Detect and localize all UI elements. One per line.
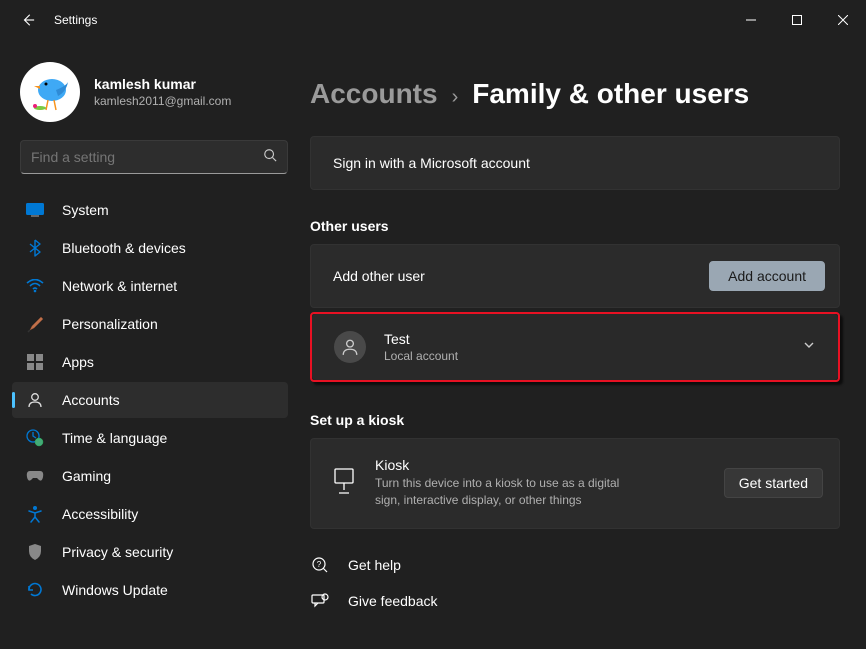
avatar bbox=[20, 62, 80, 122]
nav-label: Privacy & security bbox=[62, 544, 173, 560]
system-icon bbox=[24, 199, 46, 221]
add-other-user-label: Add other user bbox=[333, 268, 709, 284]
sidebar: kamlesh kumar kamlesh2011@gmail.com Syst… bbox=[0, 40, 300, 649]
search-icon bbox=[263, 148, 277, 167]
kiosk-title: Kiosk bbox=[375, 457, 724, 473]
person-icon bbox=[24, 389, 46, 411]
feedback-icon bbox=[310, 591, 330, 611]
nav-label: Apps bbox=[62, 354, 94, 370]
page-title: Family & other users bbox=[472, 78, 749, 110]
wifi-icon bbox=[24, 275, 46, 297]
nav-gaming[interactable]: Gaming bbox=[12, 458, 288, 494]
nav-personalization[interactable]: Personalization bbox=[12, 306, 288, 342]
nav-bluetooth[interactable]: Bluetooth & devices bbox=[12, 230, 288, 266]
add-other-user-row: Add other user Add account bbox=[310, 244, 840, 308]
gamepad-icon bbox=[24, 465, 46, 487]
chevron-right-icon: › bbox=[452, 86, 459, 109]
maximize-icon bbox=[792, 15, 802, 25]
nav-label: Accounts bbox=[62, 392, 120, 408]
window-controls bbox=[728, 4, 866, 36]
help-icon: ? bbox=[310, 555, 330, 575]
breadcrumb-parent[interactable]: Accounts bbox=[310, 78, 438, 110]
get-help-label: Get help bbox=[348, 557, 401, 573]
chevron-down-icon bbox=[802, 338, 816, 357]
nav-system[interactable]: System bbox=[12, 192, 288, 228]
highlighted-user-box: Test Local account bbox=[310, 312, 840, 382]
nav-label: Time & language bbox=[62, 430, 167, 446]
other-users-title: Other users bbox=[310, 218, 840, 234]
nav-label: Bluetooth & devices bbox=[62, 240, 186, 256]
nav-network[interactable]: Network & internet bbox=[12, 268, 288, 304]
nav-list: System Bluetooth & devices Network & int… bbox=[8, 190, 300, 610]
kiosk-section-title: Set up a kiosk bbox=[310, 412, 840, 428]
close-icon bbox=[838, 15, 848, 25]
nav-accessibility[interactable]: Accessibility bbox=[12, 496, 288, 532]
user-avatar-icon bbox=[334, 331, 366, 363]
nav-label: Gaming bbox=[62, 468, 111, 484]
minimize-icon bbox=[746, 15, 756, 25]
get-help-link[interactable]: ? Get help bbox=[310, 555, 840, 575]
user-subtitle: Local account bbox=[384, 349, 802, 363]
kiosk-description: Turn this device into a kiosk to use as … bbox=[375, 475, 635, 510]
update-icon bbox=[24, 579, 46, 601]
accessibility-icon bbox=[24, 503, 46, 525]
user-name: Test bbox=[384, 331, 802, 347]
signin-card[interactable]: Sign in with a Microsoft account bbox=[310, 136, 840, 190]
nav-windows-update[interactable]: Windows Update bbox=[12, 572, 288, 608]
give-feedback-link[interactable]: Give feedback bbox=[310, 591, 840, 611]
bluetooth-icon bbox=[24, 237, 46, 259]
kiosk-card: Kiosk Turn this device into a kiosk to u… bbox=[310, 438, 840, 529]
nav-label: Accessibility bbox=[62, 506, 138, 522]
titlebar: Settings bbox=[0, 0, 866, 40]
nav-label: Windows Update bbox=[62, 582, 168, 598]
clock-globe-icon bbox=[24, 427, 46, 449]
search-box[interactable] bbox=[20, 140, 288, 174]
back-arrow-icon bbox=[21, 13, 35, 27]
nav-apps[interactable]: Apps bbox=[12, 344, 288, 380]
maximize-button[interactable] bbox=[774, 4, 820, 36]
nav-label: Personalization bbox=[62, 316, 158, 332]
add-account-button[interactable]: Add account bbox=[709, 261, 825, 291]
apps-icon bbox=[24, 351, 46, 373]
main-content: Accounts › Family & other users Sign in … bbox=[300, 40, 866, 649]
profile-block[interactable]: kamlesh kumar kamlesh2011@gmail.com bbox=[8, 50, 300, 140]
get-started-button[interactable]: Get started bbox=[724, 468, 823, 498]
window-title: Settings bbox=[54, 13, 97, 27]
signin-text: Sign in with a Microsoft account bbox=[333, 155, 530, 171]
nav-label: Network & internet bbox=[62, 278, 177, 294]
minimize-button[interactable] bbox=[728, 4, 774, 36]
breadcrumb: Accounts › Family & other users bbox=[310, 78, 840, 110]
paintbrush-icon bbox=[24, 313, 46, 335]
nav-label: System bbox=[62, 202, 109, 218]
user-row-test[interactable]: Test Local account bbox=[312, 314, 838, 380]
profile-name: kamlesh kumar bbox=[94, 76, 231, 92]
svg-text:?: ? bbox=[317, 560, 322, 569]
back-button[interactable] bbox=[14, 6, 42, 34]
close-button[interactable] bbox=[820, 4, 866, 36]
profile-email: kamlesh2011@gmail.com bbox=[94, 94, 231, 108]
kiosk-icon bbox=[333, 468, 355, 499]
nav-accounts[interactable]: Accounts bbox=[12, 382, 288, 418]
shield-icon bbox=[24, 541, 46, 563]
give-feedback-label: Give feedback bbox=[348, 593, 438, 609]
nav-privacy-security[interactable]: Privacy & security bbox=[12, 534, 288, 570]
search-input[interactable] bbox=[31, 149, 263, 165]
avatar-bird-icon bbox=[26, 68, 74, 116]
nav-time-language[interactable]: Time & language bbox=[12, 420, 288, 456]
